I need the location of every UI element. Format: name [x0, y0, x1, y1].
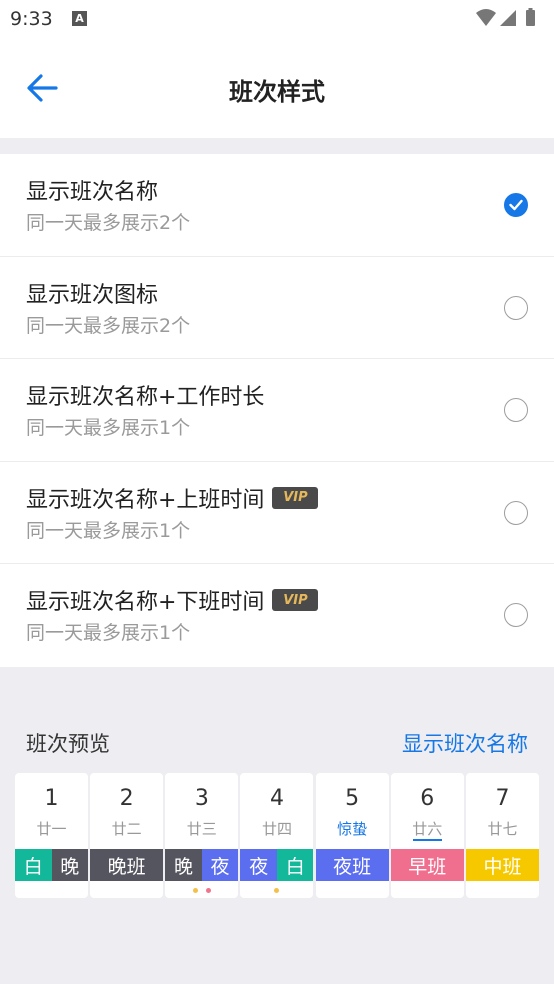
shift-tag: 白: [276, 849, 314, 881]
day-number: 7: [495, 786, 510, 811]
check-icon: [509, 199, 523, 211]
shift-tag: 早班: [390, 849, 464, 881]
event-dot: [205, 888, 211, 893]
calendar-day-6: 6 廿六早班: [390, 773, 464, 898]
today-underline: [412, 839, 442, 841]
option-subtitle: 同一天最多展示1个: [26, 417, 191, 439]
option-subtitle: 同一天最多展示1个: [26, 519, 191, 542]
shift-tags: 夜白: [240, 849, 314, 881]
radio-unselected[interactable]: [504, 398, 528, 422]
cellular-signal-icon: [500, 10, 516, 26]
shift-tag: 晚班: [90, 849, 164, 881]
vip-badge: VIP: [272, 486, 319, 509]
status-time: 9:33: [10, 8, 53, 30]
style-options-list: 显示班次名称 同一天最多展示2个 显示班次图标 同一天最多展示2个 显示班次名称…: [0, 154, 554, 667]
day-number: 2: [119, 786, 134, 811]
day-lunar-date: 廿一: [36, 820, 67, 838]
option-title: 显示班次名称+上班时间: [26, 487, 265, 513]
option-title: 显示班次名称+下班时间: [26, 590, 265, 615]
option-show-name-duration[interactable]: 显示班次名称+工作时长 同一天最多展示1个: [0, 359, 554, 462]
shift-tags: 晚夜: [165, 849, 239, 881]
option-subtitle: 同一天最多展示2个: [26, 212, 191, 234]
day-number: 4: [269, 786, 284, 811]
day-lunar-date: 廿二: [111, 820, 142, 838]
shift-tag: 夜: [240, 849, 277, 881]
status-bar: 9:33 A: [0, 0, 554, 38]
option-subtitle: 同一天最多展示2个: [26, 314, 191, 337]
shift-tags: 早班: [390, 849, 464, 881]
event-dot: [192, 888, 198, 893]
calendar-day-3: 3 廿三晚夜: [165, 773, 239, 898]
status-icons: [474, 7, 544, 33]
shift-tags: 晚班: [90, 849, 164, 881]
day-number: 6: [420, 786, 435, 811]
option-title: 显示班次名称: [26, 180, 159, 205]
radio-unselected[interactable]: [504, 603, 528, 627]
calendar-day-5: 5 惊蛰夜班: [315, 773, 389, 898]
day-number: 1: [44, 786, 59, 811]
event-dots: [240, 888, 313, 893]
preview-heading: 班次预览: [26, 732, 110, 756]
option-show-shift-name[interactable]: 显示班次名称 同一天最多展示2个: [0, 154, 554, 257]
option-show-name-end-time[interactable]: 显示班次名称+下班时间 VIP 同一天最多展示1个: [0, 564, 554, 667]
preview-calendar: 1 廿一白晚 2 廿二 晚班 3 廿三晚夜 4 廿四夜白 5 惊蛰 夜班 6 廿六 早班 7 廿七 中班: [15, 773, 539, 898]
battery-icon: [526, 10, 535, 26]
shift-tag: 白: [15, 849, 52, 881]
calendar-day-1: 1 廿一白晚: [15, 773, 88, 898]
shift-tag: 晚: [51, 849, 88, 881]
day-lunar-date: 廿七: [487, 820, 518, 838]
event-dot: [274, 888, 280, 893]
option-show-name-start-time[interactable]: 显示班次名称+上班时间 VIP 同一天最多展示1个: [0, 462, 554, 564]
option-title: 显示班次图标: [26, 282, 159, 308]
page-title: 班次样式: [229, 78, 325, 106]
vip-badge: VIP: [272, 589, 319, 611]
calendar-day-2: 2 廿二晚班: [90, 773, 164, 898]
shift-tag: 中班: [465, 849, 539, 881]
shift-tags: 白晚: [15, 849, 88, 881]
radio-unselected[interactable]: [504, 295, 528, 320]
day-number: 5: [345, 786, 360, 811]
shift-tags: 夜班: [315, 849, 389, 881]
app-header: 班次样式: [0, 38, 554, 138]
day-lunar-date: 廿六: [412, 820, 443, 838]
day-lunar-date: 惊蛰: [337, 820, 368, 838]
wifi-icon: [476, 9, 496, 26]
radio-selected[interactable]: [504, 193, 528, 217]
shift-tags: 中班: [465, 849, 539, 881]
shift-tag: 夜: [201, 849, 239, 881]
option-title: 显示班次名称+工作时长: [26, 385, 265, 410]
event-dots: [165, 888, 238, 893]
radio-unselected[interactable]: [504, 500, 528, 525]
shift-tag: 夜班: [315, 849, 389, 881]
notification-icon: A: [72, 11, 87, 26]
day-lunar-date: 廿四: [261, 820, 292, 838]
calendar-day-7: 7 廿七中班: [465, 773, 539, 898]
option-subtitle: 同一天最多展示1个: [26, 622, 191, 644]
preview-mode-label: 显示班次名称: [402, 732, 528, 756]
day-lunar-date: 廿三: [186, 820, 217, 838]
day-number: 3: [194, 786, 209, 811]
option-show-shift-icon[interactable]: 显示班次图标 同一天最多展示2个: [0, 257, 554, 359]
calendar-day-4: 4 廿四夜白: [240, 773, 314, 898]
shift-tag: 晚: [165, 849, 202, 881]
